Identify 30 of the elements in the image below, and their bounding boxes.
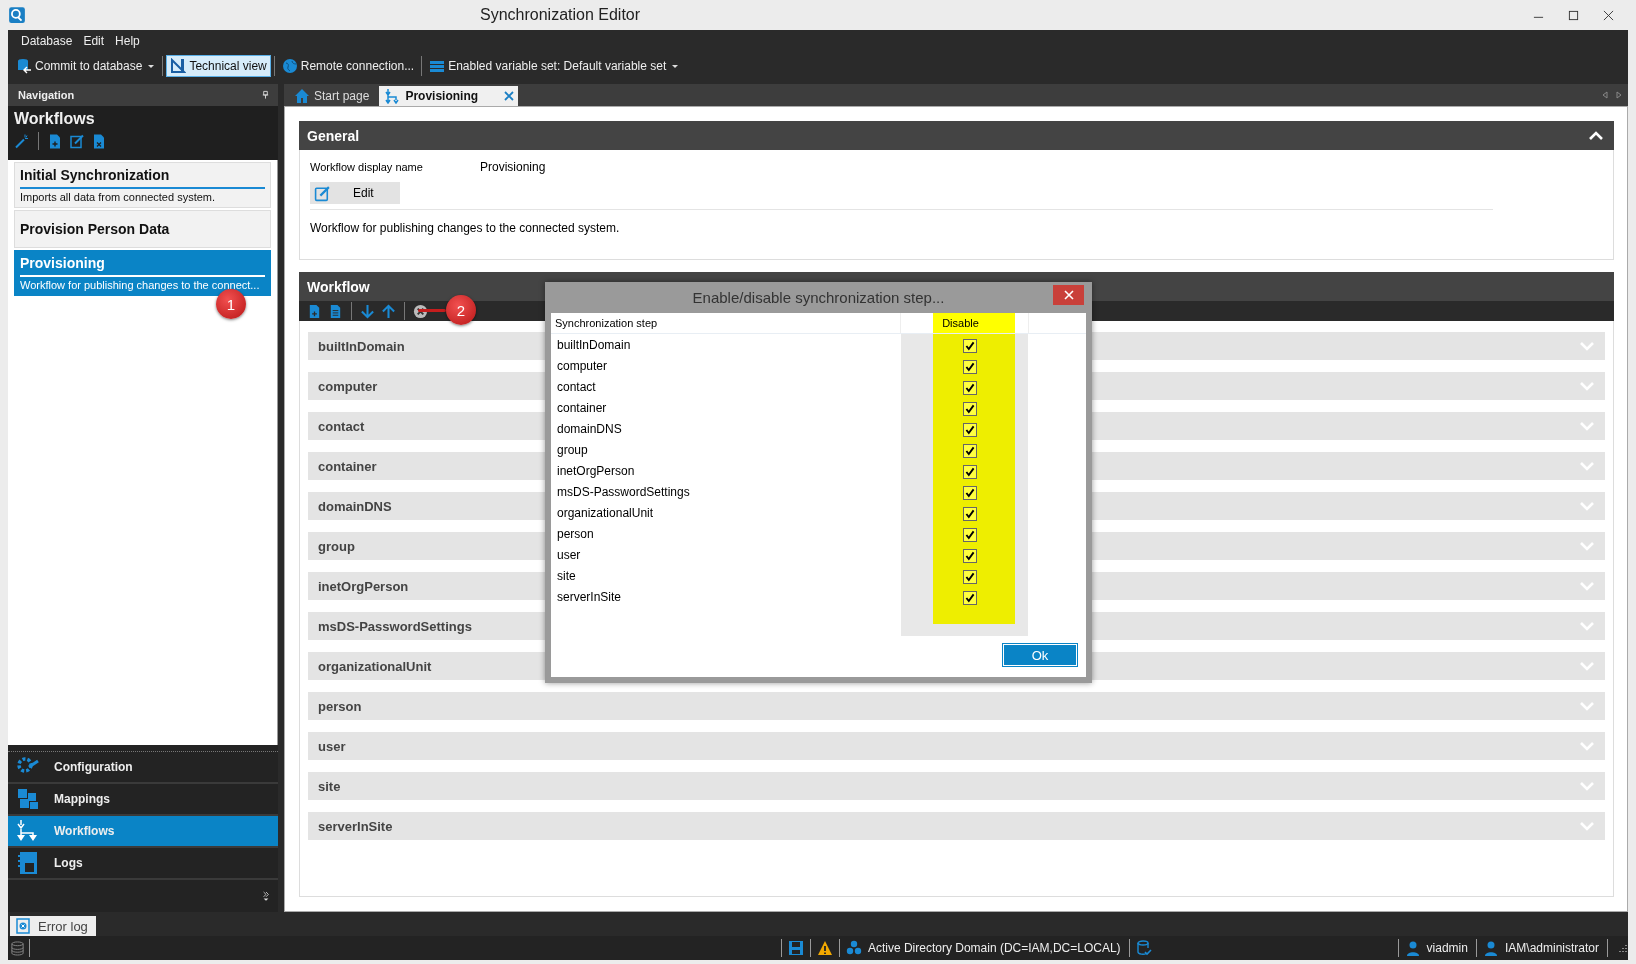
table-cell-text: serverInSite (556, 589, 623, 606)
table-cell-text: builtInDomain (556, 337, 632, 354)
user-label: IAM\administrator (1504, 941, 1599, 955)
table-cell-text: msDS-PasswordSettings (556, 484, 691, 501)
table-cell-text: inetOrgPerson (556, 463, 636, 480)
table-cell-text: container (556, 400, 608, 417)
field-value: Provisioning (480, 160, 546, 174)
table-cell-text: computer (556, 358, 609, 375)
workflow-description: Workflow for publishing changes to the connected system. (310, 209, 1493, 235)
item-title: Provisioning (20, 255, 265, 277)
table-cell-text: user (556, 547, 582, 564)
section-title: General (307, 127, 360, 144)
table-cell-text: person (556, 526, 595, 543)
field-label: Workflow display name (310, 161, 424, 173)
table-cell-text: site (556, 568, 577, 585)
connection-label: Active Directory Domain (DC=IAM,DC=LOCAL) (867, 941, 1121, 955)
item-description: Workflow for publishing changes to the connect... (20, 278, 261, 291)
dialog-title: Enable/disable synchronization step... (692, 289, 945, 306)
item-title: Provision Person Data (20, 220, 171, 239)
section-title: Workflows (14, 110, 95, 128)
item-description: Imports all data from connected system. (20, 190, 217, 203)
section-title: Workflow (307, 278, 370, 295)
table-cell-text: domainDNS (556, 421, 623, 438)
table-cell-text: group (556, 442, 589, 459)
window-title: Synchronization Editor (480, 6, 641, 24)
table-cell-text: contact (556, 379, 597, 396)
table-cell-text: organizationalUnit (556, 505, 655, 522)
panel-title: Navigation (18, 89, 75, 101)
item-title: Initial Synchronization (20, 167, 265, 189)
user-label: viadmin (1426, 941, 1468, 955)
